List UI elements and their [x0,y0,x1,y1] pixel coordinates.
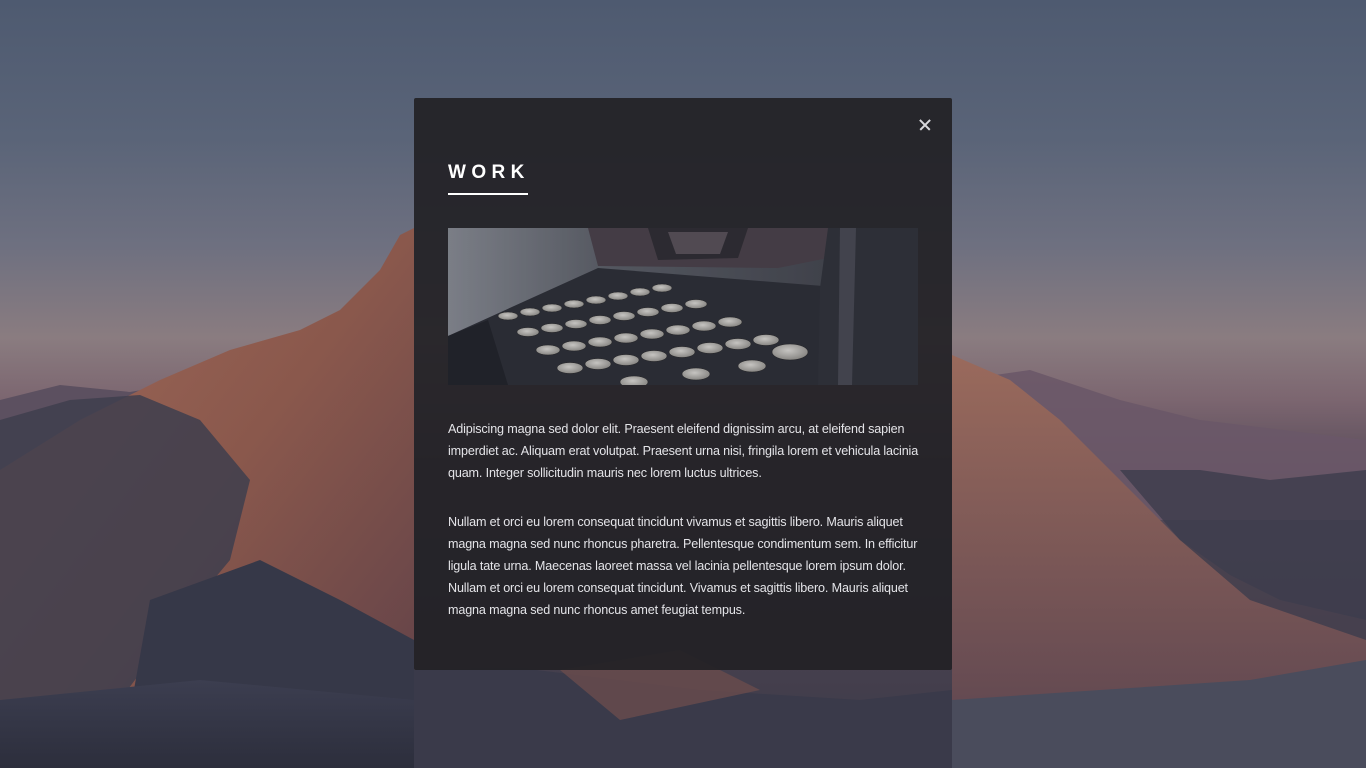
typewriter-image [448,228,918,385]
paragraph-2: Nullam et orci eu lorem consequat tincid… [448,515,918,617]
modal-title: WORK [448,162,530,183]
close-icon[interactable] [912,112,938,138]
title-underline [448,193,528,195]
paragraph-1: Adipiscing magna sed dolor elit. Praesen… [448,422,919,480]
work-modal: WORK Adipiscing magna sed dolor elit. Pr… [414,98,952,670]
